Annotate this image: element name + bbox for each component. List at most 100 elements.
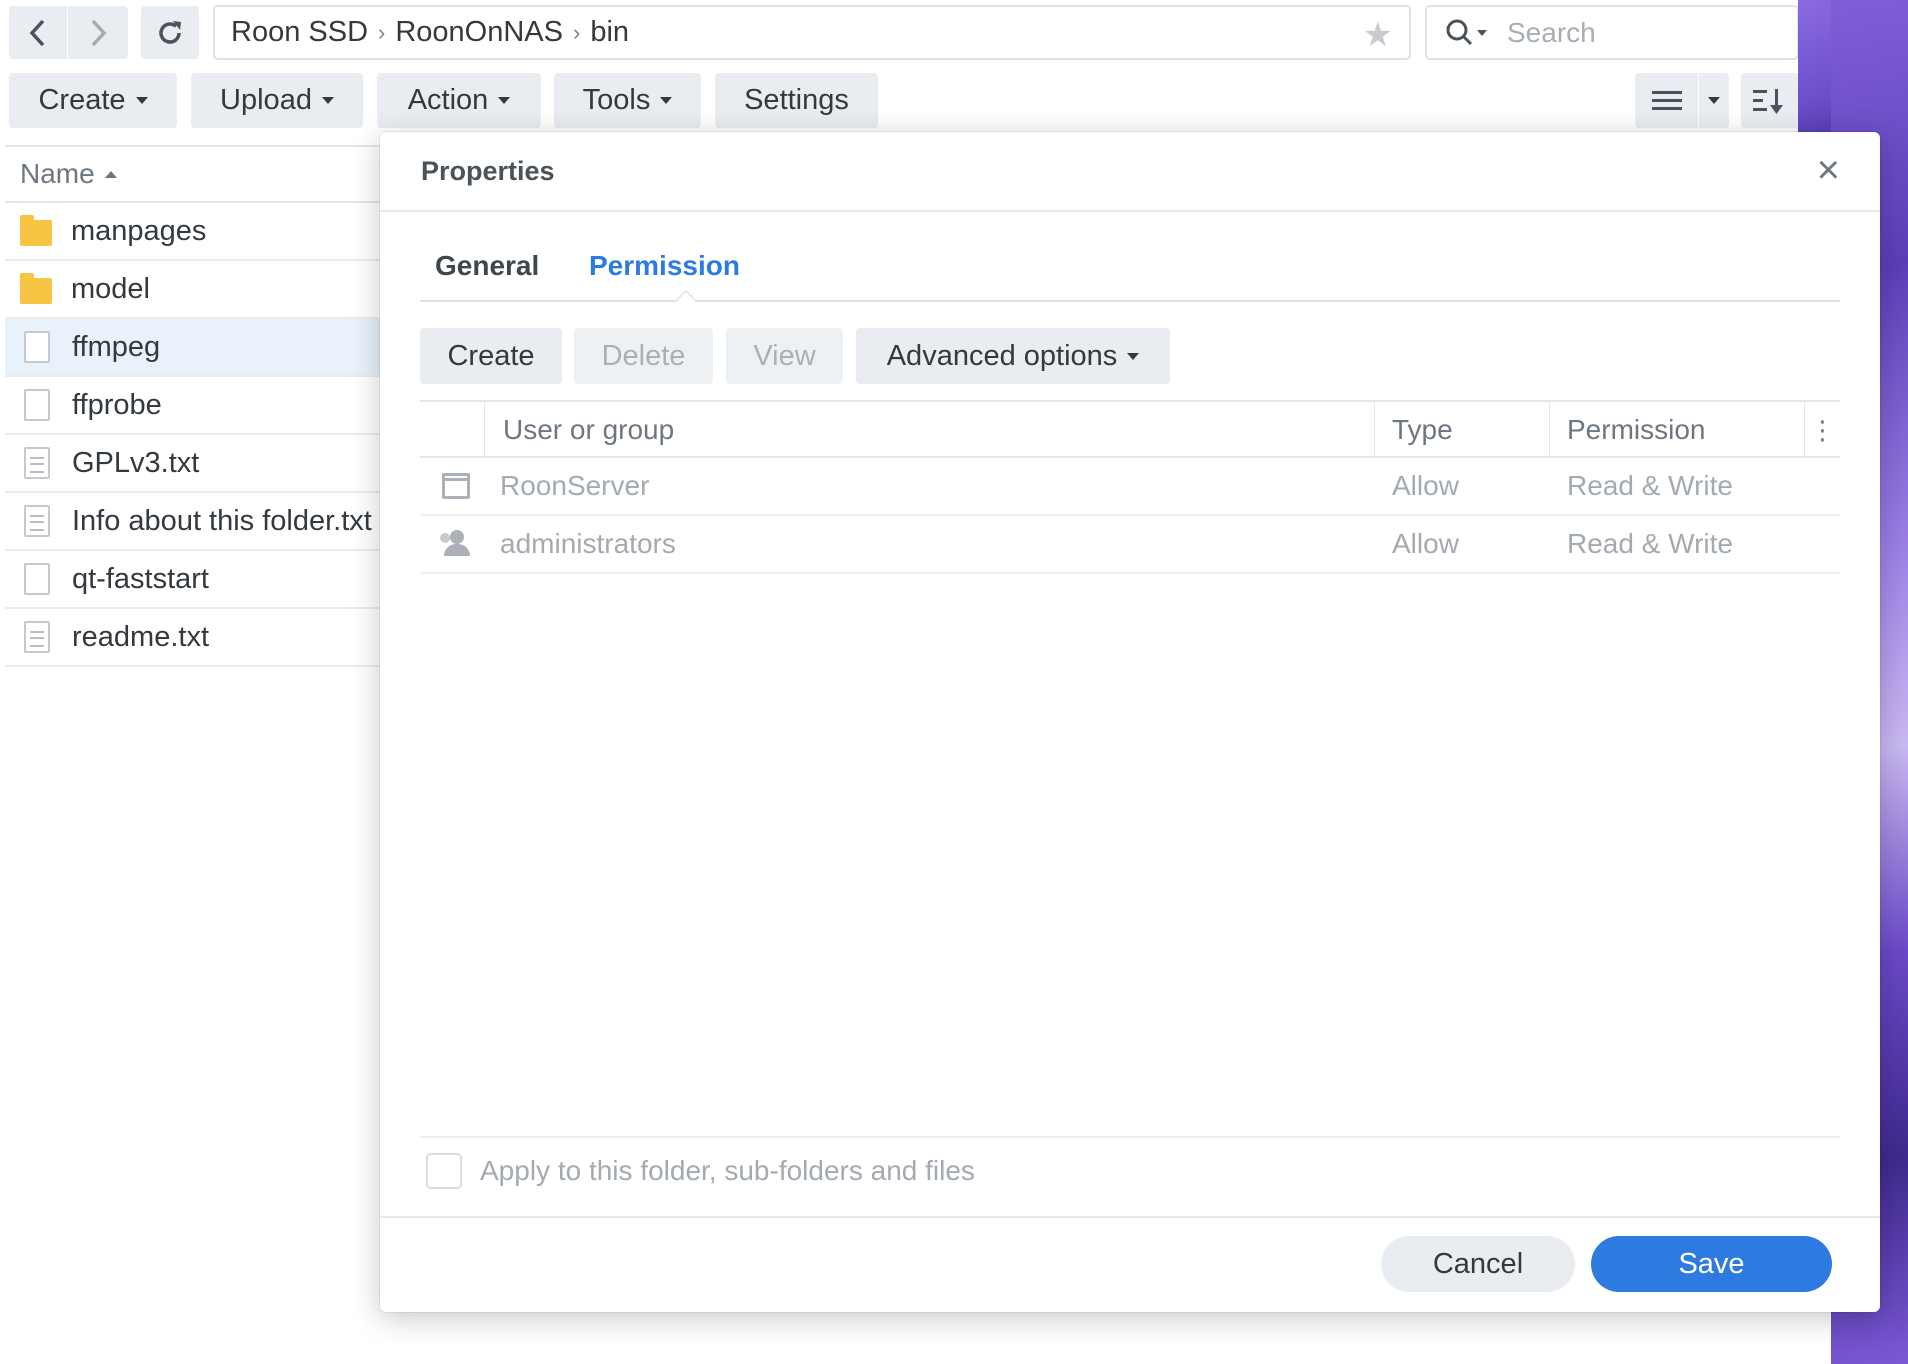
apply-option: Apply to this folder, sub-folders and fi… bbox=[426, 1153, 975, 1189]
name-header-label: Name bbox=[20, 158, 95, 189]
caret-down-icon bbox=[321, 97, 334, 104]
breadcrumb-item[interactable]: bin bbox=[590, 16, 629, 49]
table-row[interactable]: administrators Allow Read & Write bbox=[420, 516, 1840, 574]
sort-icon bbox=[1753, 88, 1783, 114]
tab-permission[interactable]: Permission bbox=[589, 250, 740, 282]
sort-ascending-icon bbox=[104, 170, 117, 178]
file-row-qt-faststart[interactable]: qt-faststart bbox=[5, 551, 385, 609]
file-icon bbox=[24, 331, 50, 363]
advanced-options-label: Advanced options bbox=[886, 339, 1118, 372]
chevron-right-icon: › bbox=[573, 19, 581, 45]
caret-down-icon bbox=[1127, 352, 1140, 360]
table-row[interactable]: RoonServer Allow Read & Write bbox=[420, 458, 1840, 516]
forward-button[interactable] bbox=[68, 6, 128, 59]
file-name: manpages bbox=[71, 214, 207, 247]
tools-menu-button[interactable]: Tools bbox=[554, 73, 701, 128]
search-input[interactable]: Search bbox=[1425, 5, 1799, 60]
file-name: readme.txt bbox=[72, 620, 209, 653]
tab-general[interactable]: General bbox=[435, 250, 539, 282]
sort-button[interactable] bbox=[1741, 73, 1799, 128]
view-dropdown-button[interactable] bbox=[1699, 73, 1729, 128]
permission-type: Allow bbox=[1392, 528, 1459, 559]
file-icon bbox=[24, 563, 50, 595]
more-vertical-icon[interactable]: ⋮ bbox=[1805, 402, 1840, 458]
advanced-options-button[interactable]: Advanced options bbox=[856, 328, 1170, 384]
back-button[interactable] bbox=[9, 6, 67, 59]
file-row-ffprobe[interactable]: ffprobe bbox=[5, 377, 385, 435]
file-name: Info about this folder.txt bbox=[72, 504, 372, 537]
refresh-button[interactable] bbox=[141, 6, 199, 59]
file-row-info[interactable]: Info about this folder.txt bbox=[5, 493, 385, 551]
divider bbox=[380, 210, 1880, 212]
search-placeholder: Search bbox=[1507, 16, 1596, 48]
text-file-icon bbox=[24, 447, 50, 479]
file-row-manpages[interactable]: manpages bbox=[5, 203, 385, 261]
caret-down-icon bbox=[135, 97, 148, 104]
chevron-right-icon bbox=[91, 19, 107, 46]
create-label: Create bbox=[38, 84, 126, 116]
group-icon-cell bbox=[420, 516, 492, 572]
settings-button[interactable]: Settings bbox=[715, 73, 878, 128]
upload-label: Upload bbox=[220, 84, 312, 116]
create-menu-button[interactable]: Create bbox=[9, 73, 177, 128]
file-row-ffmpeg[interactable]: ffmpeg bbox=[5, 319, 385, 377]
name-column-header[interactable]: Name bbox=[5, 145, 385, 203]
chevron-right-icon: › bbox=[378, 19, 386, 45]
caret-down-icon bbox=[498, 97, 511, 104]
folder-icon bbox=[20, 215, 52, 246]
icon-column-header bbox=[420, 402, 485, 458]
file-icon bbox=[24, 389, 50, 421]
file-row-gplv3[interactable]: GPLv3.txt bbox=[5, 435, 385, 493]
breadcrumb-item[interactable]: Roon SSD bbox=[231, 16, 368, 49]
action-label: Action bbox=[407, 84, 489, 116]
file-name: ffmpeg bbox=[72, 330, 161, 363]
action-menu-button[interactable]: Action bbox=[377, 73, 541, 128]
user-name: administrators bbox=[500, 528, 676, 559]
dialog-title: Properties bbox=[421, 156, 555, 186]
permission-table: User or group Type Permission ⋮ RoonServ… bbox=[420, 400, 1840, 574]
active-tab-indicator bbox=[674, 290, 698, 302]
file-name: GPLv3.txt bbox=[72, 446, 200, 479]
divider bbox=[380, 1216, 1880, 1218]
create-permission-button[interactable]: Create bbox=[420, 328, 562, 384]
apply-checkbox[interactable] bbox=[426, 1153, 462, 1189]
file-name: qt-faststart bbox=[72, 562, 209, 595]
caret-down-icon bbox=[660, 97, 673, 104]
refresh-icon bbox=[159, 20, 181, 44]
apply-label: Apply to this folder, sub-folders and fi… bbox=[480, 1155, 975, 1186]
user-icon-cell bbox=[420, 458, 492, 514]
user-icon bbox=[442, 473, 470, 499]
file-name: model bbox=[71, 272, 150, 305]
file-row-readme[interactable]: readme.txt bbox=[5, 609, 385, 667]
upload-menu-button[interactable]: Upload bbox=[191, 73, 363, 128]
chevron-left-icon bbox=[29, 19, 45, 46]
search-icon bbox=[1446, 19, 1487, 45]
permission-level: Read & Write bbox=[1567, 528, 1733, 559]
table-header: User or group Type Permission ⋮ bbox=[420, 400, 1840, 458]
permission-column-header[interactable]: Permission bbox=[1550, 402, 1805, 458]
user-column-header[interactable]: User or group bbox=[485, 402, 1375, 458]
group-icon bbox=[438, 530, 474, 558]
caret-down-icon bbox=[1708, 97, 1720, 104]
breadcrumb[interactable]: Roon SSD › RoonOnNAS › bin ★ bbox=[213, 5, 1411, 60]
file-row-model[interactable]: model bbox=[5, 261, 385, 319]
user-name: RoonServer bbox=[500, 470, 650, 501]
delete-permission-button[interactable]: Delete bbox=[574, 328, 713, 384]
properties-dialog: Properties × General Permission Create D… bbox=[380, 132, 1880, 1312]
tools-label: Tools bbox=[582, 84, 651, 116]
text-file-icon bbox=[24, 505, 50, 537]
text-file-icon bbox=[24, 621, 50, 653]
type-column-header[interactable]: Type bbox=[1375, 402, 1550, 458]
tab-bar: General Permission bbox=[420, 250, 1840, 302]
view-permission-button[interactable]: View bbox=[726, 328, 843, 384]
close-icon[interactable]: × bbox=[1817, 148, 1840, 193]
settings-label: Settings bbox=[744, 84, 849, 116]
breadcrumb-item[interactable]: RoonOnNAS bbox=[395, 16, 563, 49]
permission-level: Read & Write bbox=[1567, 470, 1733, 501]
cancel-button[interactable]: Cancel bbox=[1381, 1236, 1575, 1292]
list-view-button[interactable] bbox=[1635, 73, 1698, 128]
save-button[interactable]: Save bbox=[1591, 1236, 1832, 1292]
folder-icon bbox=[20, 273, 52, 304]
permission-type: Allow bbox=[1392, 470, 1459, 501]
star-icon[interactable]: ★ bbox=[1363, 15, 1393, 55]
